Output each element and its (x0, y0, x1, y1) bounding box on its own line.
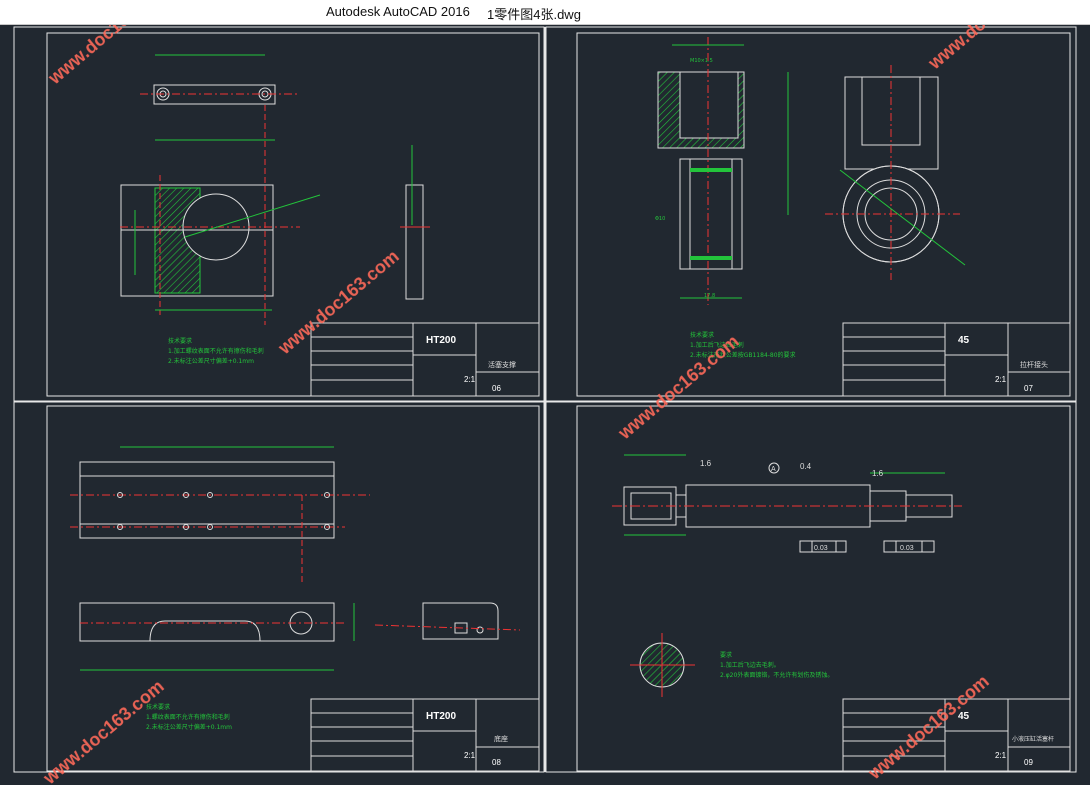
sheet-2-material: 45 (958, 335, 970, 346)
svg-text:2.φ20外表面镀铬，不允许有划伤及锈蚀。: 2.φ20外表面镀铬，不允许有划伤及锈蚀。 (720, 671, 833, 679)
roughness-3: 1.6 (872, 469, 884, 478)
roughness-1: 1.6 (700, 459, 712, 468)
sheet-3-part-drawing[interactable] (70, 446, 521, 671)
sheet-4-number: 09 (1024, 758, 1033, 767)
sheet-3-material: HT200 (426, 711, 456, 722)
sheet-3-notes: 技术要求 1.螺纹表面不允许有擦伤和毛刺 2.未标注公差尺寸偏差+0.1mm (146, 703, 232, 731)
tolerance-1: 0.03 (814, 545, 828, 552)
sheet-2-name: 拉杆接头 (1020, 360, 1048, 369)
sheet-3-name: 底座 (494, 734, 508, 743)
sheet-dividers (14, 27, 1076, 772)
dim-width: 17.8 (704, 293, 715, 299)
drawing-canvas[interactable]: 技术要求 1.加工螺纹表面不允许有擦伤和毛刺 2.未标注公差尺寸偏差+0.1mm… (0, 25, 1090, 785)
svg-text:技术要求: 技术要求 (690, 331, 714, 339)
roughness-2: 0.4 (800, 462, 812, 471)
sheet-1-title-block: HT200 活塞支撑 2:1 06 (310, 322, 540, 397)
sheet-1-number: 06 (492, 384, 501, 393)
sheet-2-title-block: 45 拉杆接头 2:1 07 (842, 322, 1071, 397)
sheet-1-part-drawing[interactable] (120, 54, 430, 325)
sheet-2-part-drawing[interactable]: M10×1.5 Φ10 17.8 (655, 37, 966, 305)
watermark-4: www.doc163.com (614, 331, 743, 444)
svg-text:技术要求: 技术要求 (168, 337, 192, 345)
sheet-4-name: 小液压缸活塞杆 (1012, 735, 1054, 743)
sheet-1-name: 活塞支撑 (488, 360, 516, 369)
watermark-2: www.doc163.com (274, 246, 403, 359)
sheet-4-part-drawing[interactable]: 1.6 0.4 1.6 A 0.03 0.03 (612, 454, 962, 697)
watermark-1: www.doc163.com (44, 25, 173, 89)
sheet-4-notes: 要求 1.加工后飞边去毛刺。 2.φ20外表面镀铬，不允许有划伤及锈蚀。 (720, 651, 833, 679)
svg-text:1.加工后飞边去毛刺。: 1.加工后飞边去毛刺。 (720, 661, 780, 669)
title-bar: Autodesk AutoCAD 2016 1零件图4张.dwg (0, 0, 1090, 25)
sheet-1-material: HT200 (426, 335, 456, 346)
sheet-3-title-block: HT200 底座 2:1 08 (310, 698, 540, 772)
svg-text:2.未标注公差尺寸偏差+0.1mm: 2.未标注公差尺寸偏差+0.1mm (146, 723, 232, 731)
svg-text:2.未标注公差尺寸偏差+0.1mm: 2.未标注公差尺寸偏差+0.1mm (168, 357, 254, 365)
sheet-2-number: 07 (1024, 384, 1033, 393)
app-title: Autodesk AutoCAD 2016 (326, 4, 470, 19)
svg-text:1.加工螺纹表面不允许有擦伤和毛刺: 1.加工螺纹表面不允许有擦伤和毛刺 (168, 347, 264, 355)
tolerance-2: 0.03 (900, 545, 914, 552)
sheet-4-scale: 2:1 (995, 751, 1007, 760)
sheet-1-notes: 技术要求 1.加工螺纹表面不允许有擦伤和毛刺 2.未标注公差尺寸偏差+0.1mm (168, 337, 264, 365)
file-title: 1零件图4张.dwg (487, 7, 581, 22)
sheet-3-scale: 2:1 (464, 751, 476, 760)
watermark-3: www.doc163.com (924, 25, 1053, 74)
sheet-1-scale: 2:1 (464, 375, 476, 384)
svg-text:要求: 要求 (720, 651, 732, 659)
dim-dia: Φ10 (655, 216, 665, 222)
svg-text:1.螺纹表面不允许有擦伤和毛刺: 1.螺纹表面不允许有擦伤和毛刺 (146, 713, 230, 721)
dim-thread: M10×1.5 (690, 58, 713, 64)
sheet-2-scale: 2:1 (995, 375, 1007, 384)
sheet-3-number: 08 (492, 758, 501, 767)
datum-a: A (771, 466, 776, 473)
